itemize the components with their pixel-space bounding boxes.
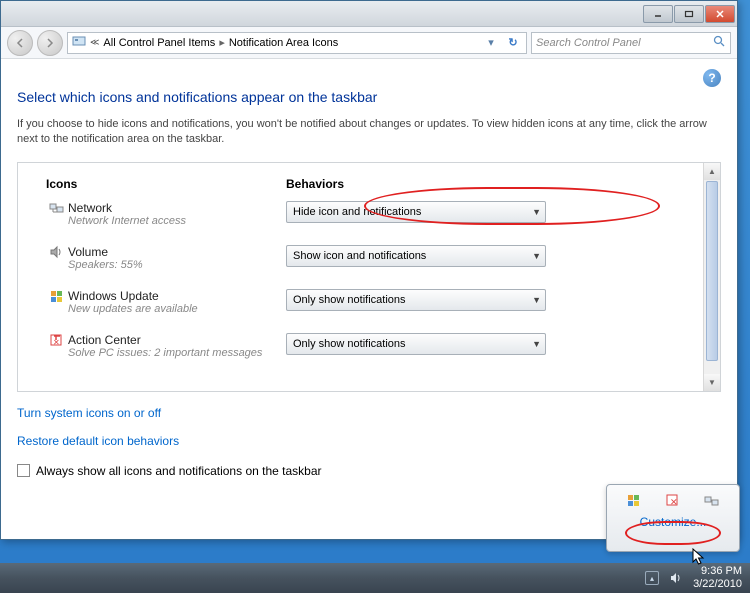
scroll-thumb[interactable] [706,181,718,361]
taskbar-volume-icon[interactable] [669,571,683,585]
svg-text:✕: ✕ [670,497,678,507]
col-icons: Icons [46,177,286,191]
icons-list-pane: Icons Behaviors Network Network Internet… [17,162,721,392]
cursor-icon [692,548,706,566]
dropdown-value: Only show notifications [293,294,406,306]
dropdown-value: Hide icon and notifications [293,206,421,218]
search-input[interactable]: Search Control Panel [531,32,731,54]
item-subtitle: New updates are available [68,303,286,315]
column-headers: Icons Behaviors [46,177,700,191]
page-title: Select which icons and notifications app… [17,89,721,105]
tray-network-icon[interactable] [704,493,720,509]
scrollbar[interactable]: ▲ ▼ [703,163,720,391]
titlebar [1,1,737,27]
forward-button[interactable] [37,30,63,56]
taskbar: ▴ 9:36 PM 3/22/2010 [0,563,750,593]
back-button[interactable] [7,30,33,56]
control-panel-window: ≪ All Control Panel Items ▸ Notification … [0,0,738,540]
item-subtitle: Network Internet access [68,215,286,227]
close-button[interactable] [705,5,735,23]
clock-time: 9:36 PM [693,565,742,578]
breadcrumb-page[interactable]: Notification Area Icons [229,37,338,49]
content-area: ? Select which icons and notifications a… [1,59,737,542]
network-icon [46,201,68,215]
breadcrumb-back-icon: ≪ [90,37,99,48]
system-icons-link[interactable]: Turn system icons on or off [17,406,721,420]
show-hidden-icons-button[interactable]: ▴ [645,571,659,585]
behavior-dropdown-action-center[interactable]: Only show notifications ▼ [286,333,546,355]
list-item: Windows Update New updates are available… [46,289,700,315]
tray-update-icon[interactable] [626,493,642,509]
item-name: Action Center [68,333,286,347]
page-description: If you choose to hide icons and notifica… [17,117,721,148]
refresh-icon[interactable]: ↻ [504,34,522,52]
breadcrumb[interactable]: ≪ All Control Panel Items ▸ Notification … [67,32,527,54]
item-name: Network [68,201,286,215]
always-show-checkbox-row: Always show all icons and notifications … [17,464,721,478]
list-item: ✕ Action Center Solve PC issues: 2 impor… [46,333,700,359]
action-center-icon: ✕ [46,333,68,347]
col-behaviors: Behaviors [286,177,700,191]
search-placeholder: Search Control Panel [536,37,641,49]
history-dropdown-icon[interactable]: ▾ [482,34,500,52]
volume-icon [46,245,68,259]
checkbox-label: Always show all icons and notifications … [36,464,322,478]
item-subtitle: Solve PC issues: 2 important messages [68,347,286,359]
dropdown-value: Show icon and notifications [293,250,426,262]
search-icon [713,35,726,51]
scroll-down-icon[interactable]: ▼ [704,374,720,391]
item-name: Windows Update [68,289,286,303]
svg-text:✕: ✕ [53,338,60,347]
list-item: Network Network Internet access Hide ico… [46,201,700,227]
behavior-dropdown-volume[interactable]: Show icon and notifications ▼ [286,245,546,267]
item-name: Volume [68,245,286,259]
chevron-down-icon: ▼ [532,207,541,217]
chevron-right-icon: ▸ [219,36,225,49]
chevron-down-icon: ▼ [532,339,541,349]
tray-action-center-icon[interactable]: ✕ [665,493,681,509]
taskbar-clock[interactable]: 9:36 PM 3/22/2010 [693,565,742,590]
help-icon[interactable]: ? [703,69,721,87]
behavior-dropdown-network[interactable]: Hide icon and notifications ▼ [286,201,546,223]
address-row: ≪ All Control Panel Items ▸ Notification … [1,27,737,59]
behavior-dropdown-update[interactable]: Only show notifications ▼ [286,289,546,311]
always-show-checkbox[interactable] [17,464,30,477]
scroll-up-icon[interactable]: ▲ [704,163,720,180]
restore-defaults-link[interactable]: Restore default icon behaviors [17,434,721,448]
item-subtitle: Speakers: 55% [68,259,286,271]
windows-update-icon [46,289,68,303]
minimize-button[interactable] [643,5,673,23]
customize-link[interactable]: Customize... [615,515,731,529]
breadcrumb-root[interactable]: All Control Panel Items [103,37,215,49]
control-panel-icon [72,35,86,50]
list-item: Volume Speakers: 55% Show icon and notif… [46,245,700,271]
maximize-button[interactable] [674,5,704,23]
chevron-down-icon: ▼ [532,295,541,305]
chevron-down-icon: ▼ [532,251,541,261]
tray-popup: ✕ Customize... [606,484,740,552]
clock-date: 3/22/2010 [693,578,742,591]
dropdown-value: Only show notifications [293,338,406,350]
tray-hidden-icons: ✕ [615,493,731,509]
